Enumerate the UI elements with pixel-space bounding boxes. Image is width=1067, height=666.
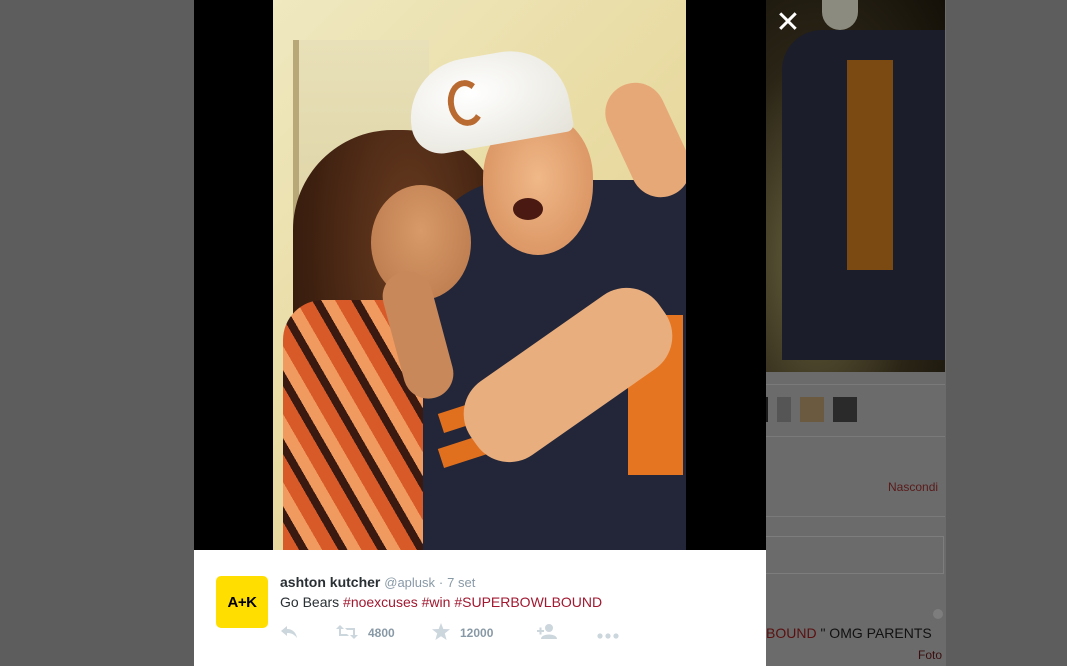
star-icon	[432, 623, 450, 643]
background-input	[762, 536, 944, 574]
avatar[interactable]: A+K	[216, 576, 268, 628]
divider	[762, 516, 945, 517]
more-button[interactable]	[597, 625, 627, 642]
tweet-timestamp[interactable]: 7 set	[447, 575, 475, 590]
retweet-count: 4800	[368, 626, 395, 640]
retweet-icon	[336, 624, 358, 642]
author-handle[interactable]: @aplusk	[384, 575, 435, 590]
thumbnail	[777, 397, 791, 422]
avatar-logo: A+K	[227, 593, 257, 611]
hashtag-noexcuses[interactable]: #noexcuses	[343, 594, 418, 610]
favorite-count: 12000	[460, 626, 494, 640]
retweet-button[interactable]: 4800	[336, 624, 432, 642]
tweet-text: Go Bears #noexcuses #win #SUPERBOWLBOUND	[280, 594, 602, 610]
divider	[762, 384, 945, 385]
photo-link: Foto	[918, 648, 943, 662]
reply-icon	[280, 625, 298, 642]
follow-button[interactable]	[537, 624, 597, 642]
thumbnail	[833, 397, 857, 422]
background-tweet-text: BOUND " OMG PARENTS	[766, 625, 932, 641]
close-icon[interactable]: ✕	[775, 8, 801, 38]
tweet-photo[interactable]	[273, 0, 686, 550]
more-icon	[597, 625, 619, 642]
hide-link: Nascondi	[888, 480, 939, 494]
reply-button[interactable]	[280, 625, 336, 642]
tweet-actions: 4800 12000	[280, 622, 627, 644]
hashtag-superbowlbound[interactable]: #SUPERBOWLBOUND	[454, 594, 602, 610]
follow-icon	[537, 624, 559, 642]
tweet-header: ashton kutcher @aplusk · 7 set	[280, 574, 475, 590]
separator: ·	[438, 575, 444, 590]
background-thumbnails	[752, 397, 857, 422]
background-icon	[933, 609, 943, 619]
thumbnail	[800, 397, 824, 422]
tweet-card: A+K ashton kutcher @aplusk · 7 set Go Be…	[194, 550, 766, 666]
background-photo	[762, 0, 945, 372]
author-name[interactable]: ashton kutcher	[280, 574, 380, 590]
divider	[762, 436, 945, 437]
hashtag-win[interactable]: #win	[422, 594, 451, 610]
favorite-button[interactable]: 12000	[432, 623, 537, 643]
tweet-text-plain: Go Bears	[280, 594, 344, 610]
